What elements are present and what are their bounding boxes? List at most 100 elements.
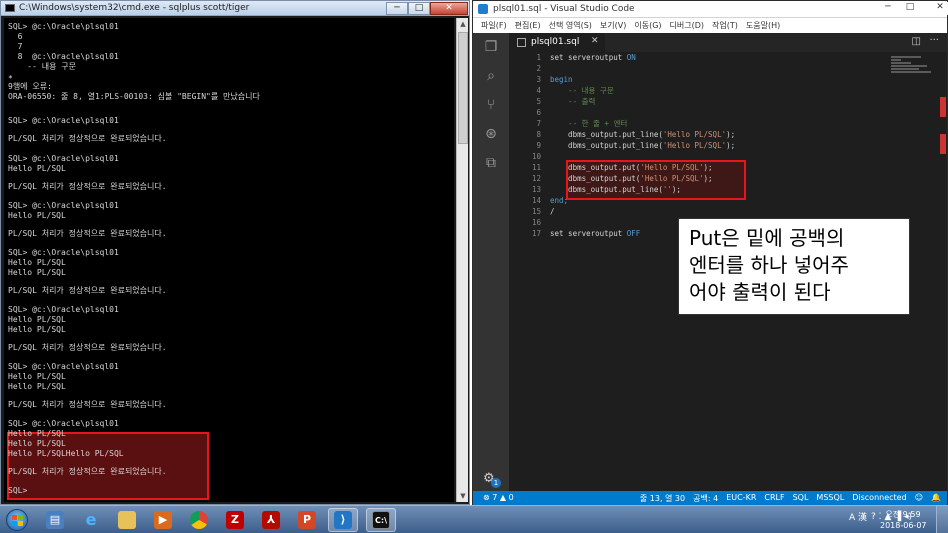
scrollbar-error-marker <box>940 134 946 154</box>
minimap[interactable] <box>891 56 937 84</box>
menu-file[interactable]: 파일(F) <box>481 18 507 33</box>
code-line: dbms_output.put('Hello PL/SQL'); <box>550 163 713 172</box>
taskbar-cmd-icon[interactable]: C:\ <box>366 508 396 532</box>
vscode-titlebar[interactable]: plsql01.sql - Visual Studio Code ─ □ ✕ <box>473 1 948 18</box>
console-line: PL/SQL 처리가 정상적으로 완료되었습니다. <box>8 286 167 295</box>
editor-tabs: plsql01.sql ✕ ◫ ··· <box>509 33 947 52</box>
feedback-icon[interactable]: ☺ <box>915 493 923 504</box>
tab-label: plsql01.sql <box>531 37 580 47</box>
more-actions-icon[interactable]: ··· <box>929 35 939 46</box>
vscode-close-button[interactable]: ✕ <box>921 2 948 15</box>
console-line: PL/SQL 처리가 정상적으로 완료되었습니다. <box>8 134 167 143</box>
problems-indicator[interactable]: ⊗ 7 ▲ 0 <box>483 493 514 502</box>
line-number: 1 <box>536 53 541 62</box>
console-line: 6 <box>8 32 23 41</box>
cmd-scrollbar[interactable]: ▲ ▼ <box>456 18 468 502</box>
show-desktop-button[interactable] <box>936 506 948 533</box>
console-line: PL/SQL 처리가 정상적으로 완료되었습니다. <box>8 343 167 352</box>
console-prompt: SQL> <box>8 486 28 495</box>
taskbar-explorer-icon[interactable]: ▤ <box>40 508 70 532</box>
cmd-close-button[interactable]: ✕ <box>430 2 468 15</box>
menu-tasks[interactable]: 작업(T) <box>712 18 738 33</box>
connection-type[interactable]: MSSQL <box>816 493 844 504</box>
editor-scrollbar[interactable] <box>939 52 947 491</box>
line-number: 3 <box>536 75 541 84</box>
taskbar-ie-icon[interactable]: e <box>76 508 106 532</box>
console-line: SQL> @c:\Oracle\plsql01 <box>8 248 119 257</box>
scroll-up-arrow-icon[interactable]: ▲ <box>457 18 469 30</box>
taskbar-filezilla-icon[interactable]: Z <box>220 508 250 532</box>
cmd-console[interactable]: SQL> @c:\Oracle\plsql01 6 7 8 @c:\Oracle… <box>4 18 454 502</box>
annotation-callout: Put은 밑에 공백의 엔터를 하나 넣어주 어야 출력이 된다 <box>678 218 910 315</box>
vscode-title: plsql01.sql - Visual Studio Code <box>493 4 635 14</box>
console-line: SQL> @c:\Oracle\plsql01 <box>8 419 119 428</box>
notifications-bell-icon[interactable]: 🔔 <box>931 493 941 504</box>
cmd-minimize-button[interactable]: ─ <box>386 2 408 15</box>
annotation-line: Put은 밑에 공백의 <box>689 226 845 250</box>
menu-debug[interactable]: 디버그(D) <box>670 18 704 33</box>
explorer-files-icon[interactable]: ❐ <box>483 39 499 55</box>
cursor-position[interactable]: 줄 13, 열 30 <box>640 493 685 504</box>
taskbar-vscode-icon[interactable]: ⟩ <box>328 508 358 532</box>
cmd-app-icon <box>5 4 15 12</box>
console-line: SQL> @c:\Oracle\plsql01 <box>8 362 119 371</box>
console-line: Hello PL/SQL <box>8 439 66 448</box>
code-line: dbms_output.put_line(''); <box>550 185 681 194</box>
console-line: PL/SQL 처리가 정상적으로 완료되었습니다. <box>8 400 167 409</box>
start-button[interactable] <box>6 509 28 531</box>
console-line: Hello PL/SQL <box>8 315 66 324</box>
cmd-window: C:\Windows\system32\cmd.exe - sqlplus sc… <box>0 0 470 505</box>
taskbar-folder-icon[interactable] <box>112 508 142 532</box>
scrollbar-error-marker <box>940 97 946 117</box>
clock[interactable]: 오전 9:59 2018-06-07 <box>880 509 927 531</box>
console-line: SQL> @c:\Oracle\plsql01 <box>8 305 119 314</box>
menu-edit[interactable]: 편집(E) <box>515 18 541 33</box>
ime-language-indicator[interactable]: A 漢 <box>849 510 867 523</box>
menu-help[interactable]: 도움말(H) <box>746 18 780 33</box>
cmd-scrollbar-thumb[interactable] <box>458 32 468 144</box>
line-number: 2 <box>536 64 541 73</box>
menu-selection[interactable]: 선택 영역(S) <box>549 18 592 33</box>
line-number: 8 <box>536 130 541 139</box>
split-editor-icon[interactable]: ◫ <box>912 36 921 47</box>
tab-close-icon[interactable]: ✕ <box>591 36 599 46</box>
cmd-titlebar[interactable]: C:\Windows\system32\cmd.exe - sqlplus sc… <box>1 1 469 16</box>
console-line: PL/SQL 처리가 정상적으로 완료되었습니다. <box>8 182 167 191</box>
taskbar-acrobat-icon[interactable]: ⅄ <box>256 508 286 532</box>
encoding[interactable]: EUC-KR <box>726 493 756 504</box>
search-icon[interactable]: ⌕ <box>483 68 499 84</box>
line-ending[interactable]: CRLF <box>764 493 784 504</box>
vscode-maximize-button[interactable]: □ <box>899 2 921 15</box>
console-line: 7 <box>8 42 23 51</box>
line-number: 10 <box>531 152 541 161</box>
extensions-icon[interactable]: ⧉ <box>483 155 499 171</box>
console-line: Hello PL/SQL <box>8 211 66 220</box>
console-line: SQL> @c:\Oracle\plsql01 <box>8 22 119 31</box>
activity-bar: ❐ ⌕ ⑂ ⊛ ⧉ <box>473 33 509 491</box>
vscode-minimize-button[interactable]: ─ <box>877 2 899 15</box>
taskbar-chrome-icon[interactable] <box>184 508 214 532</box>
menu-go[interactable]: 이동(G) <box>634 18 661 33</box>
console-line: PL/SQL 처리가 정상적으로 완료되었습니다. <box>8 229 167 238</box>
console-line: Hello PL/SQLHello PL/SQL <box>8 449 124 458</box>
taskbar-media-icon[interactable]: ▶ <box>148 508 178 532</box>
annotation-line: 엔터를 하나 넣어주 <box>689 253 849 277</box>
line-number: 9 <box>536 141 541 150</box>
annotation-line: 어야 출력이 된다 <box>689 280 831 304</box>
source-control-icon[interactable]: ⑂ <box>483 97 499 113</box>
manage-gear-icon[interactable]: ⚙ 1 <box>483 471 501 488</box>
windows-taskbar: ▤ e ▶ Z ⅄ P ⟩ C:\ A 漢 ? ⁚ ▲ ▐ ◂) 오전 9:59… <box>0 505 948 533</box>
connection-state[interactable]: Disconnected <box>852 493 906 504</box>
taskbar-powerpoint-icon[interactable]: P <box>292 508 322 532</box>
menu-view[interactable]: 보기(V) <box>600 18 626 33</box>
language-mode[interactable]: SQL <box>793 493 809 504</box>
line-number: 11 <box>531 163 541 172</box>
tab-plsql01[interactable]: plsql01.sql ✕ <box>509 33 605 52</box>
status-bar: ⊗ 7 ▲ 0 줄 13, 열 30 공백: 4 EUC-KR CRLF SQL… <box>473 491 947 505</box>
indentation[interactable]: 공백: 4 <box>693 493 718 504</box>
debug-icon[interactable]: ⊛ <box>483 126 499 142</box>
scroll-down-arrow-icon[interactable]: ▼ <box>457 490 469 502</box>
cmd-maximize-button[interactable]: □ <box>408 2 430 15</box>
code-line: / <box>550 207 555 216</box>
code-line: -- 한 줄 + 엔터 <box>550 119 628 128</box>
